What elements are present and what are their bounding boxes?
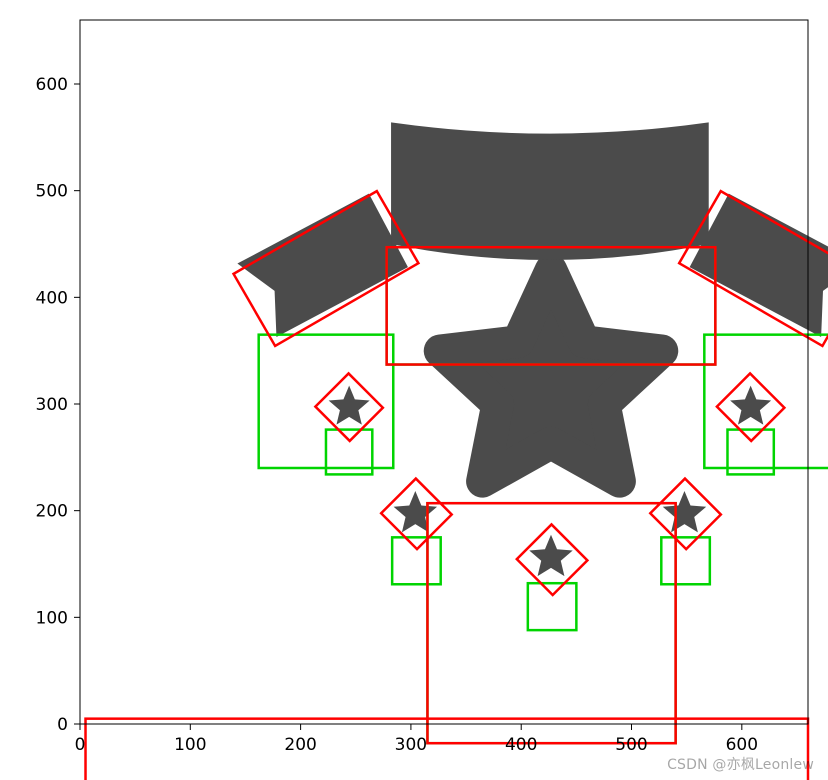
ytick-label: 300	[36, 395, 68, 415]
g-star-1	[392, 537, 441, 584]
plot-svg: 0 100 200 300 400 500 600 0 100 200 300 400 500 600	[0, 0, 828, 780]
g-star-3	[661, 537, 710, 584]
star-small-3-shape	[663, 491, 706, 532]
g-star-2	[528, 583, 577, 630]
ytick-label: 100	[36, 608, 68, 628]
ytick-label: 400	[36, 288, 68, 308]
large-star-shape	[440, 270, 662, 481]
xtick-label: 300	[395, 735, 427, 755]
figure: 01002003004005006000100200300400500600 C…	[0, 0, 828, 780]
xtick-label: 200	[284, 735, 316, 755]
ribbon-arc-shape	[391, 122, 709, 260]
ytick-label: 500	[36, 182, 68, 202]
star-small-5-shape	[730, 386, 771, 425]
xtick-label: 100	[174, 735, 206, 755]
ytick-label: 200	[36, 502, 68, 522]
shapes-layer	[237, 122, 828, 576]
ytick-label: 0	[57, 715, 68, 735]
ytick-label: 600	[36, 75, 68, 95]
ribbon-right-shape	[690, 194, 828, 337]
xtick-label: 600	[726, 735, 758, 755]
xtick-label: 400	[505, 735, 537, 755]
ribbon-left-shape	[237, 194, 408, 337]
star-small-1-shape	[394, 491, 437, 532]
xtick-label: 0	[75, 735, 86, 755]
xtick-label: 500	[615, 735, 647, 755]
star-small-4-shape	[329, 386, 370, 425]
